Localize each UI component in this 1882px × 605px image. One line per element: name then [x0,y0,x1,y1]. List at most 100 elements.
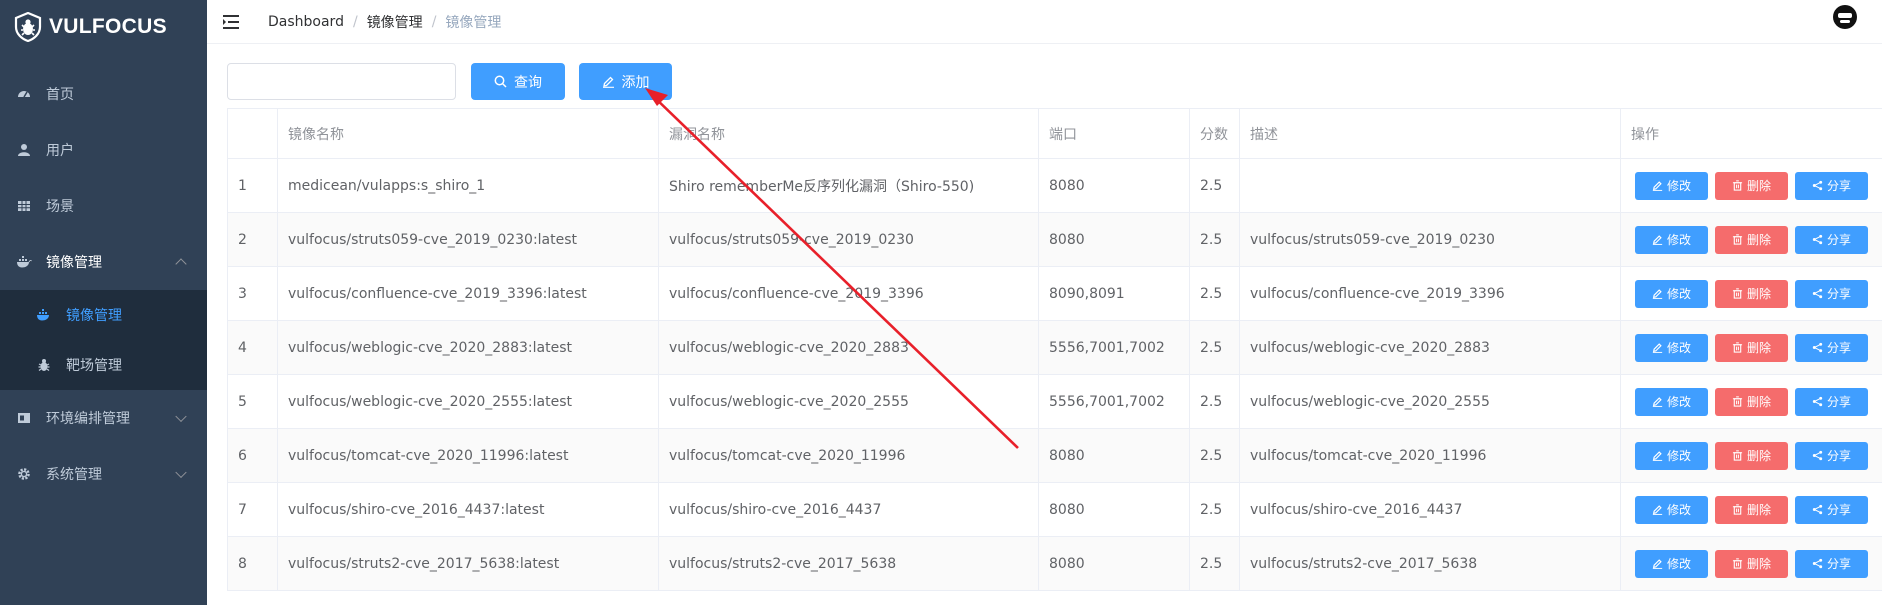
breadcrumb-item-image-management[interactable]: 镜像管理 [367,12,423,32]
hamburger-menu-icon[interactable] [222,13,242,31]
edit-button[interactable]: 修改 [1635,225,1708,254]
add-button[interactable]: 添加 [579,63,672,100]
share-button[interactable]: 分享 [1795,333,1868,362]
sidebar-item-scenes[interactable]: 场景 [0,178,207,234]
search-input[interactable] [227,63,456,100]
query-button-label: 查询 [514,74,542,91]
delete-button[interactable]: 删除 [1715,333,1788,362]
cell-description: vulfocus/weblogic-cve_2020_2555 [1240,375,1621,428]
table-icon [16,198,32,214]
trash-icon [1732,288,1743,299]
user-icon [16,142,32,158]
cell-description: vulfocus/weblogic-cve_2020_2883 [1240,321,1621,374]
cell-actions: 修改 删除 分享 [1621,537,1882,590]
share-button[interactable]: 分享 [1795,279,1868,308]
edit-button[interactable]: 修改 [1635,333,1708,362]
cell-score: 2.5 [1190,483,1240,536]
delete-button[interactable]: 删除 [1715,171,1788,200]
edit-icon [1652,558,1663,569]
table-row: 3 vulfocus/confluence-cve_2019_3396:late… [228,267,1882,321]
table-row: 7 vulfocus/shiro-cve_2016_4437:latest vu… [228,483,1882,537]
docker-icon [16,254,32,270]
search-icon [494,75,507,88]
sidebar-subitem-image-management[interactable]: 镜像管理 [0,290,207,340]
delete-button[interactable]: 删除 [1715,387,1788,416]
edit-button[interactable]: 修改 [1635,279,1708,308]
chevron-down-icon [175,410,187,423]
share-button-label: 分享 [1826,503,1851,517]
sidebar-item-system[interactable]: 系统管理 [0,446,207,502]
sidebar-subitem-label: 靶场管理 [66,358,122,374]
share-button[interactable]: 分享 [1795,225,1868,254]
cell-port: 5556,7001,7002 [1039,375,1190,428]
cell-image-name: vulfocus/weblogic-cve_2020_2883:latest [278,321,659,374]
sidebar-item-image-management[interactable]: 镜像管理 [0,234,207,290]
table-header-image-name: 镜像名称 [278,109,659,158]
share-button-label: 分享 [1826,341,1851,355]
trash-icon [1732,504,1743,515]
sidebar-subitem-range-management[interactable]: 靶场管理 [0,340,207,390]
cell-index: 4 [228,321,278,374]
edit-button-label: 修改 [1666,449,1691,463]
share-button-label: 分享 [1826,287,1851,301]
sidebar-item-label: 环境编排管理 [46,411,130,427]
edit-button[interactable]: 修改 [1635,549,1708,578]
share-button-label: 分享 [1826,449,1851,463]
edit-button[interactable]: 修改 [1635,495,1708,524]
cell-vuln-name: vulfocus/weblogic-cve_2020_2883 [659,321,1039,374]
cell-description [1240,159,1621,212]
delete-button-label: 删除 [1746,449,1771,463]
cell-port: 8080 [1039,483,1190,536]
share-button[interactable]: 分享 [1795,441,1868,470]
cell-actions: 修改 删除 分享 [1621,321,1882,374]
cell-image-name: vulfocus/struts2-cve_2017_5638:latest [278,537,659,590]
cell-score: 2.5 [1190,537,1240,590]
gear-icon [16,466,32,482]
cell-description: vulfocus/struts059-cve_2019_0230 [1240,213,1621,266]
shield-bug-logo-icon [14,12,42,42]
sidebar-item-users[interactable]: 用户 [0,122,207,178]
cell-index: 3 [228,267,278,320]
table-header-port: 端口 [1039,109,1190,158]
cell-port: 5556,7001,7002 [1039,321,1190,374]
query-button[interactable]: 查询 [471,63,565,100]
trash-icon [1732,180,1743,191]
table-header-score: 分数 [1190,109,1240,158]
edit-button[interactable]: 修改 [1635,387,1708,416]
edit-button[interactable]: 修改 [1635,441,1708,470]
trash-icon [1732,558,1743,569]
share-icon [1812,180,1823,191]
delete-button[interactable]: 删除 [1715,549,1788,578]
cell-vuln-name: vulfocus/shiro-cve_2016_4437 [659,483,1039,536]
share-button[interactable]: 分享 [1795,387,1868,416]
cell-image-name: vulfocus/confluence-cve_2019_3396:latest [278,267,659,320]
logo[interactable]: VULFOCUS [0,0,207,54]
share-icon [1812,558,1823,569]
edit-icon [1652,342,1663,353]
cell-image-name: medicean/vulapps:s_shiro_1 [278,159,659,212]
share-button[interactable]: 分享 [1795,495,1868,524]
share-button-label: 分享 [1826,179,1851,193]
table-row: 1 medicean/vulapps:s_shiro_1 Shiro remem… [228,159,1882,213]
cell-description: vulfocus/struts2-cve_2017_5638 [1240,537,1621,590]
breadcrumb-item-current: 镜像管理 [445,14,502,31]
logo-text: VULFOCUS [49,15,167,38]
edit-button-label: 修改 [1666,503,1691,517]
share-button[interactable]: 分享 [1795,549,1868,578]
edit-button-label: 修改 [1666,233,1691,247]
avatar[interactable] [1832,4,1858,30]
sidebar-item-orchestration[interactable]: 环境编排管理 [0,390,207,446]
sidebar-item-home[interactable]: 首页 [0,66,207,122]
delete-button[interactable]: 删除 [1715,225,1788,254]
share-button[interactable]: 分享 [1795,171,1868,200]
breadcrumb-item-dashboard[interactable]: Dashboard [268,14,344,30]
delete-button[interactable]: 删除 [1715,441,1788,470]
cell-score: 2.5 [1190,159,1240,212]
breadcrumb: Dashboard / 镜像管理 / 镜像管理 [268,12,501,32]
cell-score: 2.5 [1190,321,1240,374]
trash-icon [1732,450,1743,461]
delete-button[interactable]: 删除 [1715,495,1788,524]
edit-button[interactable]: 修改 [1635,171,1708,200]
delete-button[interactable]: 删除 [1715,279,1788,308]
share-icon [1812,504,1823,515]
